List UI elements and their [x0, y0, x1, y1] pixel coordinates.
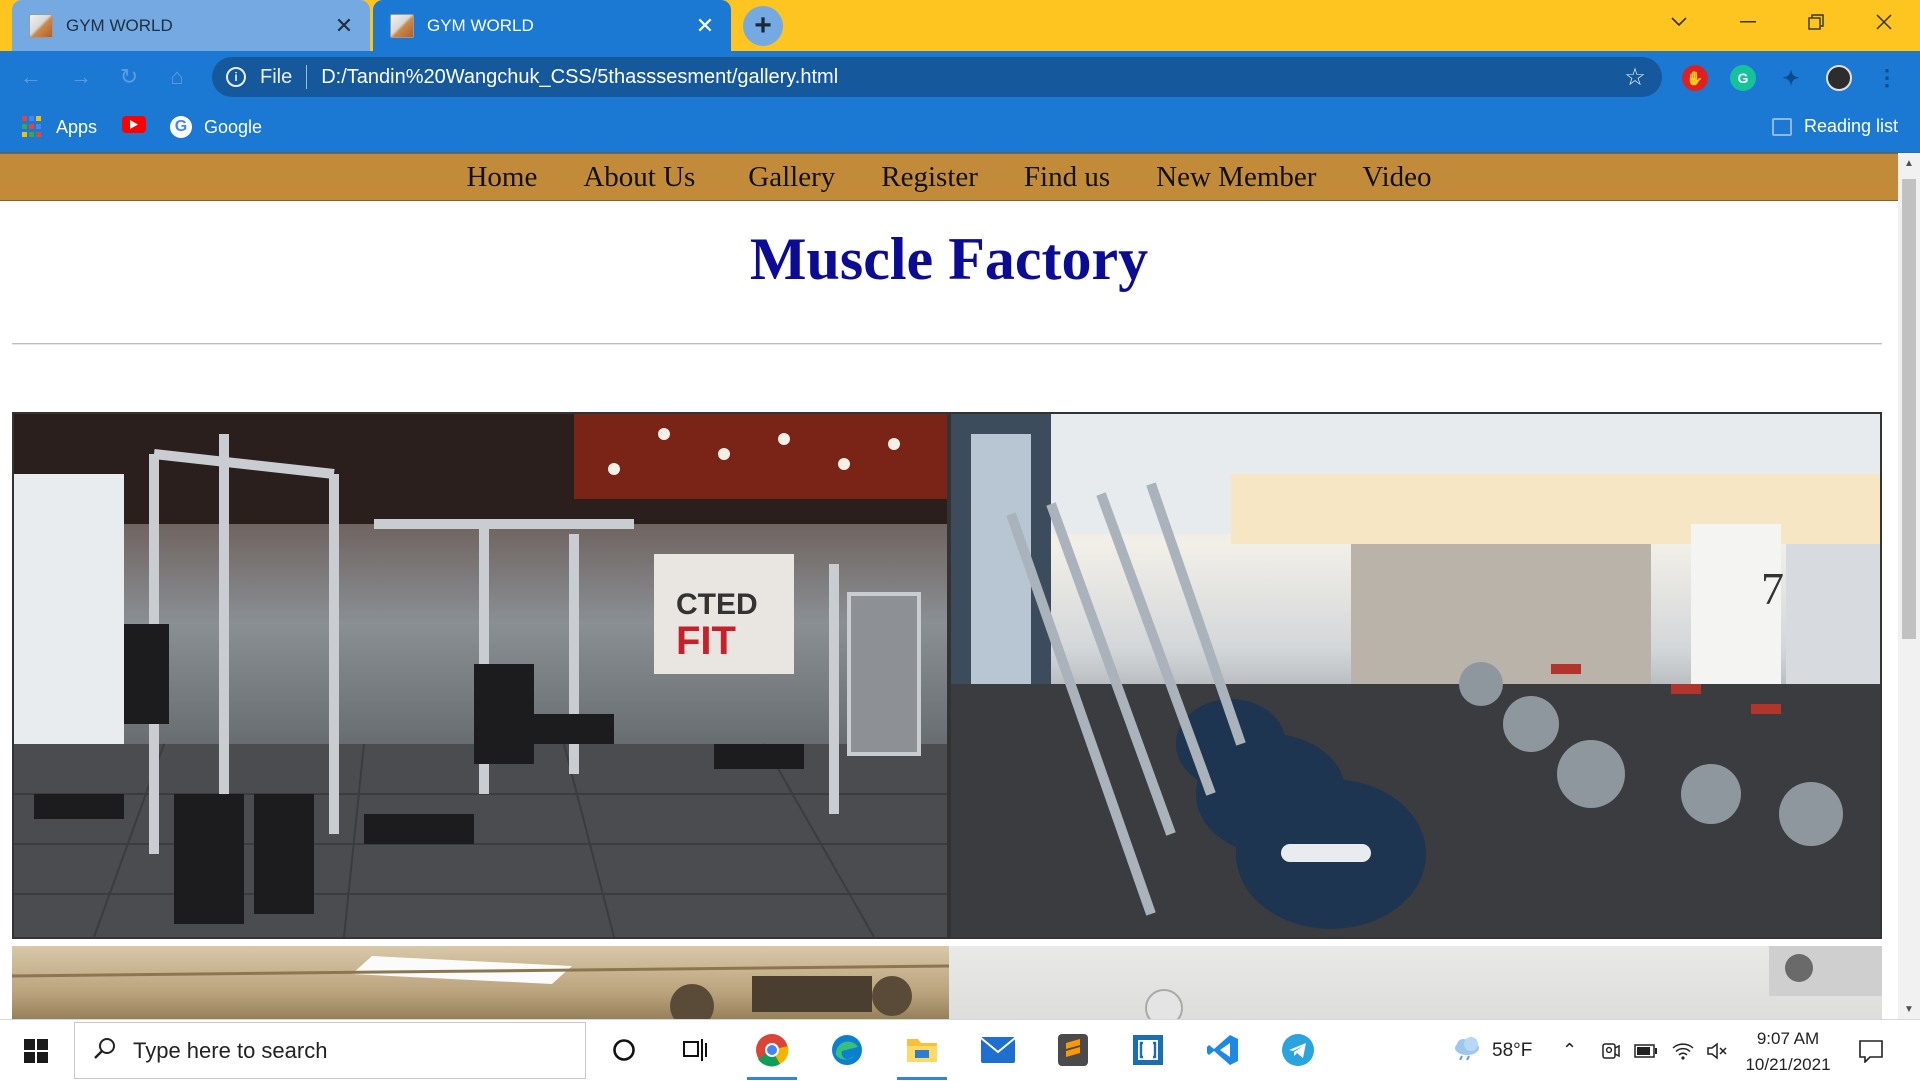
nav-new-member[interactable]: New Member [1156, 161, 1316, 194]
nav-about-us[interactable]: About Us [583, 161, 695, 194]
nav-gallery[interactable]: Gallery [748, 161, 835, 194]
youtube-icon [122, 116, 146, 133]
site-nav: Home About Us Gallery Register Find us N… [0, 153, 1898, 201]
svg-text:CTED: CTED [676, 588, 758, 621]
mail-icon[interactable] [978, 1030, 1018, 1070]
bookmark-label: Google [204, 116, 263, 137]
file-explorer-icon[interactable] [902, 1030, 942, 1070]
tab-strip: GYM WORLD ✕ GYM WORLD ✕ + [0, 0, 1920, 51]
extensions-puzzle-icon[interactable]: ✦ [1778, 65, 1804, 91]
browser-toolbar: ← → ↻ ⌂ i File D:/Tandin%20Wangchuk_CSS/… [0, 51, 1920, 102]
close-window-icon[interactable] [1850, 0, 1918, 44]
bookmark-star-icon[interactable]: ☆ [1620, 63, 1650, 92]
search-placeholder: Type here to search [133, 1037, 328, 1063]
gym-wall-clock-photo [949, 946, 1882, 1019]
vscode-icon[interactable] [1203, 1030, 1243, 1070]
show-hidden-icons-icon[interactable]: ⌃ [1562, 1020, 1577, 1081]
windows-logo-icon [24, 1038, 48, 1063]
svg-text:FIT: FIT [676, 619, 736, 663]
nav-video[interactable]: Video [1362, 161, 1431, 194]
favicon-icon [29, 13, 53, 38]
page-viewport: Home About Us Gallery Register Find us N… [0, 153, 1898, 1019]
windows-taskbar: Type here to search 58°F ⌃ 9:07 AM 10/21… [0, 1019, 1920, 1080]
svg-text:7: 7 [1761, 563, 1784, 614]
horizontal-rule [12, 343, 1882, 345]
weather-temperature: 58°F [1492, 1039, 1533, 1061]
nav-find-us[interactable]: Find us [1024, 161, 1110, 194]
tab-gym-world-1[interactable]: GYM WORLD ✕ [12, 0, 370, 51]
task-view-icon[interactable] [675, 1030, 715, 1070]
clock-time: 9:07 AM [1756, 1029, 1820, 1048]
chrome-icon[interactable] [752, 1030, 792, 1070]
google-icon: G [170, 116, 192, 138]
weather-cloud-icon [1452, 1036, 1482, 1066]
weather-widget[interactable]: 58°F [1452, 1020, 1532, 1081]
grammarly-extension-icon[interactable]: G [1730, 65, 1756, 91]
volume-muted-icon[interactable] [1706, 1020, 1728, 1081]
scroll-up-arrow-icon[interactable]: ▲ [1898, 153, 1920, 173]
browser-menu-icon[interactable]: ⋮ [1874, 65, 1900, 91]
reading-list-label: Reading list [1804, 116, 1899, 136]
profile-avatar[interactable] [1826, 65, 1852, 91]
edge-icon[interactable] [827, 1030, 867, 1070]
reading-list-button[interactable]: Reading list [1772, 116, 1898, 137]
gym-ceiling-photo [12, 946, 949, 1019]
telegram-icon[interactable] [1278, 1030, 1318, 1070]
scroll-down-arrow-icon[interactable]: ▼ [1898, 999, 1920, 1019]
vertical-scrollbar[interactable]: ▲ ▼ [1898, 153, 1920, 1019]
bookmark-apps[interactable]: Apps [22, 116, 97, 138]
page-title: Muscle Factory [749, 226, 1149, 292]
start-button[interactable] [0, 1020, 72, 1081]
minimize-icon[interactable] [1714, 0, 1782, 44]
taskbar-clock[interactable]: 9:07 AM 10/21/2021 [1738, 1026, 1838, 1078]
cortana-icon[interactable] [604, 1030, 644, 1070]
tab-title: GYM WORLD [427, 15, 534, 35]
sublime-text-icon[interactable] [1053, 1030, 1093, 1070]
tab-search-icon[interactable] [1645, 0, 1713, 44]
bookmark-label: Apps [56, 116, 98, 137]
restore-icon[interactable] [1782, 0, 1850, 44]
back-icon[interactable]: ← [14, 60, 48, 94]
close-tab-icon[interactable]: ✕ [691, 12, 719, 40]
address-url[interactable]: D:/Tandin%20Wangchuk_CSS/5thasssesment/g… [321, 66, 1620, 89]
close-tab-icon[interactable]: ✕ [330, 12, 358, 40]
address-bar[interactable]: i File D:/Tandin%20Wangchuk_CSS/5thassse… [212, 57, 1662, 97]
site-info-icon[interactable]: i [226, 67, 246, 87]
gym-cardio-machines-photo: 7 [949, 412, 1882, 939]
tab-title: GYM WORLD [66, 15, 173, 35]
adblock-extension-icon[interactable]: ✋ [1682, 65, 1708, 91]
new-tab-button[interactable]: + [743, 6, 783, 46]
meet-now-icon[interactable] [1600, 1020, 1620, 1081]
apps-grid-icon [22, 116, 44, 138]
home-icon[interactable]: ⌂ [160, 60, 194, 94]
brackets-icon[interactable] [1128, 1030, 1168, 1070]
taskbar-search-box[interactable]: Type here to search [74, 1022, 586, 1079]
reload-icon[interactable]: ↻ [112, 60, 146, 94]
favicon-icon [390, 13, 414, 38]
address-divider [306, 65, 308, 89]
bookmark-youtube[interactable] [122, 116, 158, 133]
nav-register[interactable]: Register [881, 161, 978, 194]
notifications-icon[interactable] [1858, 1020, 1884, 1081]
bookmark-google[interactable]: G Google [170, 116, 262, 138]
reading-list-icon [1772, 117, 1792, 136]
gym-weight-machines-photo: CTED FIT [12, 412, 949, 939]
battery-icon[interactable] [1634, 1020, 1658, 1081]
bookmarks-bar: Apps G Google Reading list [0, 102, 1920, 153]
search-icon [93, 1036, 119, 1066]
nav-home[interactable]: Home [466, 161, 537, 194]
address-scheme: File [260, 65, 293, 88]
clock-date: 10/21/2021 [1745, 1055, 1831, 1074]
forward-icon[interactable]: → [64, 60, 98, 94]
scrollbar-thumb[interactable] [1902, 179, 1916, 639]
wifi-icon[interactable] [1672, 1020, 1694, 1081]
tab-gym-world-2[interactable]: GYM WORLD ✕ [373, 0, 731, 51]
